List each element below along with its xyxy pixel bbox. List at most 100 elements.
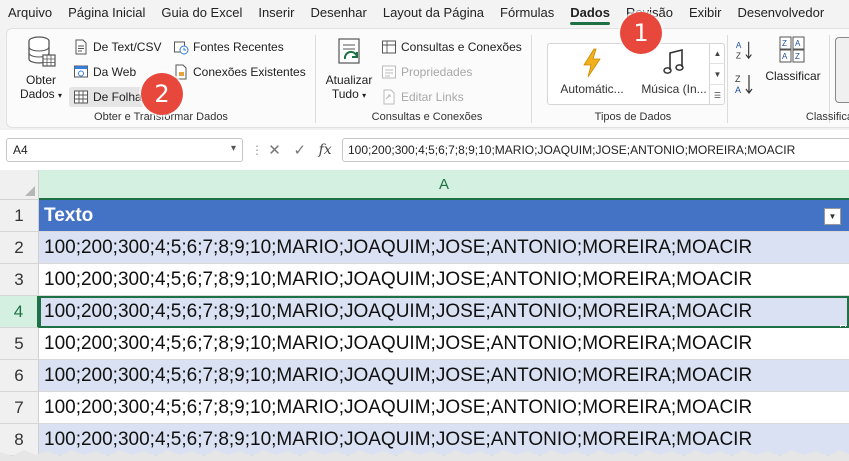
row-header[interactable]: 4 bbox=[0, 296, 39, 328]
sort-icon: Z AA Z bbox=[779, 36, 805, 63]
svg-text:A: A bbox=[782, 52, 788, 61]
menu-inserir[interactable]: Inserir bbox=[250, 0, 302, 26]
refresh-all-button[interactable]: Atualizar Tudo ▾ bbox=[321, 35, 377, 103]
select-all-corner[interactable] bbox=[0, 170, 39, 200]
data-type-automatic-label: Automátic... bbox=[560, 82, 624, 96]
filter-dropdown-icon[interactable]: ▼ bbox=[824, 208, 841, 225]
refresh-all-label-2-text: Tudo bbox=[331, 87, 359, 101]
sort-az-button[interactable]: AZ bbox=[735, 39, 755, 61]
menu-layout-da-pagina[interactable]: Layout da Página bbox=[375, 0, 492, 26]
get-data-button[interactable]: Obter Dados ▾ bbox=[15, 35, 67, 103]
row-header[interactable]: 7 bbox=[0, 392, 39, 424]
lightning-icon bbox=[583, 48, 601, 78]
get-data-label-2: Dados ▾ bbox=[20, 87, 62, 103]
queries-connections-button[interactable]: Consultas e Conexões bbox=[381, 37, 522, 57]
table-header-cell[interactable]: Texto ▼ bbox=[39, 200, 849, 232]
table-row: 2 100;200;300;4;5;6;7;8;9;10;MARIO;JOAQU… bbox=[0, 232, 849, 264]
from-web-button[interactable]: Da Web bbox=[73, 62, 136, 82]
refresh-icon bbox=[338, 38, 360, 64]
scroll-up-icon[interactable]: ▲ bbox=[710, 43, 725, 64]
data-type-automatic[interactable]: Automátic... bbox=[554, 48, 630, 96]
from-text-csv-label: De Text/CSV bbox=[93, 40, 162, 54]
step-badge-1: 1 bbox=[620, 12, 662, 54]
formula-bar: A4 ▾ ⋮ ✕ ✓ fx 100;200;300;4;5;6;7;8;9;10… bbox=[0, 130, 849, 170]
recent-sources-button[interactable]: Fontes Recentes bbox=[173, 37, 284, 57]
svg-text:Z: Z bbox=[736, 51, 741, 60]
ribbon-panel: Obter Dados ▾ De Text/CSV Da Web De Folh… bbox=[6, 28, 849, 128]
enter-icon[interactable]: ✓ bbox=[293, 141, 306, 159]
cell-text: Texto bbox=[44, 204, 94, 226]
sort-button[interactable]: ZAAZ Classificar bbox=[761, 35, 825, 83]
sort-za-button[interactable]: ZA bbox=[735, 73, 755, 95]
edit-links-button[interactable]: Editar Links bbox=[381, 87, 464, 107]
ribbon: Obter Dados ▾ De Text/CSV Da Web De Folh… bbox=[0, 26, 849, 130]
name-box-value: A4 bbox=[13, 143, 28, 157]
active-cell[interactable]: 100;200;300;4;5;6;7;8;9;10;MARIO;JOAQUIM… bbox=[39, 296, 849, 328]
group-separator bbox=[531, 35, 532, 123]
cancel-icon[interactable]: ✕ bbox=[268, 141, 281, 159]
menu-desenvolvedor[interactable]: Desenvolvedor bbox=[729, 0, 832, 26]
row-header[interactable]: 1 bbox=[0, 200, 39, 232]
scroll-down-icon[interactable]: ▼ bbox=[710, 64, 725, 85]
row-header[interactable]: 2 bbox=[0, 232, 39, 264]
svg-text:Z: Z bbox=[735, 74, 741, 84]
data-type-music[interactable]: Música (In... bbox=[632, 48, 716, 96]
menu-dados[interactable]: Dados bbox=[562, 0, 618, 26]
group-separator bbox=[727, 35, 728, 123]
menu-desenhar[interactable]: Desenhar bbox=[302, 0, 374, 26]
svg-text:Z: Z bbox=[782, 39, 787, 48]
properties-label: Propriedades bbox=[401, 65, 473, 79]
formula-input[interactable]: 100;200;300;4;5;6;7;8;9;10;MARIO;JOAQUIM… bbox=[342, 138, 849, 162]
text-csv-icon bbox=[75, 39, 87, 55]
cell-text: 100;200;300;4;5;6;7;8;9;10;MARIO;JOAQUIM… bbox=[44, 300, 753, 322]
row-header[interactable]: 3 bbox=[0, 264, 39, 296]
menu-pagina-inicial[interactable]: Página Inicial bbox=[60, 0, 153, 26]
from-sheet-button[interactable]: De Folha bbox=[69, 87, 146, 107]
existing-connections-label: Conexões Existentes bbox=[193, 65, 306, 79]
table-cell[interactable]: 100;200;300;4;5;6;7;8;9;10;MARIO;JOAQUIM… bbox=[39, 392, 849, 424]
chevron-down-icon[interactable]: ▾ bbox=[231, 143, 236, 154]
menu-arquivo[interactable]: Arquivo bbox=[0, 0, 60, 26]
queries-icon bbox=[382, 40, 396, 54]
edit-links-icon bbox=[383, 89, 395, 105]
menu-exibir[interactable]: Exibir bbox=[681, 0, 730, 26]
get-data-label-2-text: Dados bbox=[19, 87, 55, 101]
menu-formulas[interactable]: Fórmulas bbox=[492, 0, 562, 26]
svg-text:A: A bbox=[735, 85, 741, 95]
from-sheet-label: De Folha bbox=[93, 90, 142, 104]
table-cell[interactable]: 100;200;300;4;5;6;7;8;9;10;MARIO;JOAQUIM… bbox=[39, 232, 849, 264]
svg-text:Z: Z bbox=[795, 52, 800, 61]
data-type-music-label: Música (In... bbox=[641, 82, 707, 96]
row-header[interactable]: 6 bbox=[0, 360, 39, 392]
properties-button[interactable]: Propriedades bbox=[381, 62, 472, 82]
refresh-all-label-1: Atualizar bbox=[325, 73, 373, 87]
group-label-sort: Classifica bbox=[805, 111, 849, 123]
row-header[interactable]: 5 bbox=[0, 328, 39, 360]
recent-sources-label: Fontes Recentes bbox=[193, 40, 284, 54]
table-row: 7 100;200;300;4;5;6;7;8;9;10;MARIO;JOAQU… bbox=[0, 392, 849, 424]
table-row: 1 Texto ▼ bbox=[0, 200, 849, 232]
filter-button-partial[interactable] bbox=[835, 37, 849, 103]
from-web-label: Da Web bbox=[93, 65, 137, 79]
chevron-down-icon: ▾ bbox=[58, 91, 63, 100]
column-header-a[interactable]: A bbox=[39, 170, 849, 200]
menu-guia-do-excel[interactable]: Guia do Excel bbox=[153, 0, 250, 26]
table-cell[interactable]: 100;200;300;4;5;6;7;8;9;10;MARIO;JOAQUIM… bbox=[39, 360, 849, 392]
sort-az-icon: AZ bbox=[736, 41, 752, 60]
table-cell[interactable]: 100;200;300;4;5;6;7;8;9;10;MARIO;JOAQUIM… bbox=[39, 328, 849, 360]
music-note-icon bbox=[663, 48, 684, 74]
table-row: 4 100;200;300;4;5;6;7;8;9;10;MARIO;JOAQU… bbox=[0, 296, 849, 328]
refresh-all-label-2: Tudo ▾ bbox=[332, 87, 366, 103]
gallery-scrollbar[interactable]: ▲ ▼ ☰ bbox=[709, 43, 725, 105]
fx-icon[interactable]: fx bbox=[319, 142, 332, 158]
table-row: 3 100;200;300;4;5;6;7;8;9;10;MARIO;JOAQU… bbox=[0, 264, 849, 296]
formula-tools: ✕ ✓ fx bbox=[262, 138, 338, 162]
existing-connections-button[interactable]: Conexões Existentes bbox=[173, 62, 306, 82]
more-icon[interactable]: ☰ bbox=[710, 85, 725, 105]
table-icon bbox=[74, 90, 88, 104]
name-box[interactable]: A4 ▾ bbox=[6, 138, 243, 162]
group-separator bbox=[829, 35, 830, 123]
database-icon bbox=[28, 36, 56, 67]
from-text-csv-button[interactable]: De Text/CSV bbox=[73, 37, 161, 57]
table-cell[interactable]: 100;200;300;4;5;6;7;8;9;10;MARIO;JOAQUIM… bbox=[39, 264, 849, 296]
